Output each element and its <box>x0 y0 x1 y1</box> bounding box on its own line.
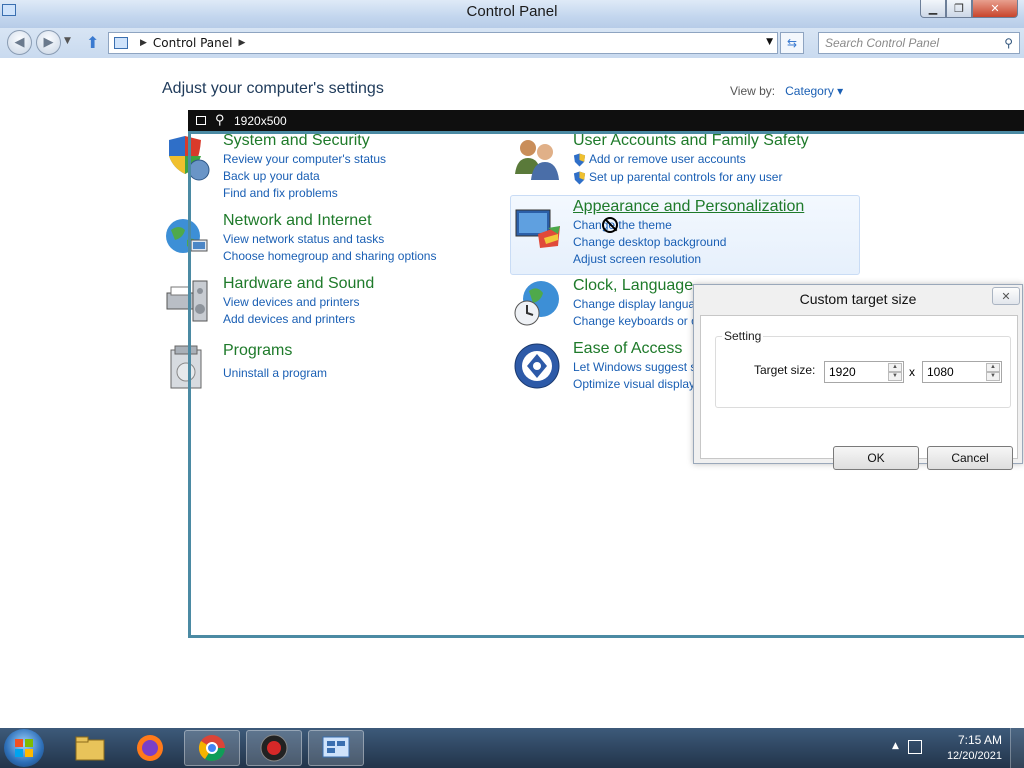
address-bar: ◀ ▶ ▼ ⬆ ▶ Control Panel ▶ ▼ ⇆ Search Con… <box>0 28 1024 58</box>
taskbar-chrome[interactable] <box>184 730 240 766</box>
capture-toolbar: ⚲ 1920x500 <box>188 110 1024 132</box>
target-size-label: Target size: <box>754 363 816 377</box>
refresh-button[interactable]: ⇆ <box>780 32 804 54</box>
minimize-button[interactable]: ▁ <box>920 0 946 18</box>
stepper-up-icon[interactable]: ▲ <box>888 363 902 372</box>
cancel-button[interactable]: Cancel <box>927 446 1013 470</box>
dialog-title: Custom target size <box>799 291 917 307</box>
show-desktop-button[interactable] <box>1010 728 1024 768</box>
taskbar-firefox[interactable] <box>122 730 178 766</box>
control-panel-content: Adjust your computer's settings View by:… <box>0 58 1024 728</box>
taskbar-file-explorer[interactable] <box>62 730 118 766</box>
page-title: Adjust your computer's settings <box>162 80 384 97</box>
maximize-button[interactable]: ❐ <box>946 0 972 18</box>
custom-target-size-dialog: Custom target size ✕ Setting Target size… <box>693 284 1023 470</box>
search-icon[interactable]: ⚲ <box>1004 36 1013 50</box>
window-controls: ▁ ❐ ✕ <box>920 0 1018 18</box>
taskbar-control-panel[interactable] <box>308 730 364 766</box>
breadcrumb-separator-icon[interactable]: ▶ <box>239 38 246 48</box>
stepper-down-icon[interactable]: ▼ <box>986 372 1000 381</box>
dialog-body: Setting Target size: 1920 ▲ ▼ x 1080 ▲ ▼ O… <box>700 315 1018 470</box>
up-arrow-icon[interactable]: ⬆ <box>86 33 99 52</box>
height-value: 1080 <box>927 365 954 379</box>
ok-button[interactable]: OK <box>833 446 919 470</box>
unavailable-cursor-icon <box>602 217 618 233</box>
view-by-label: View by: <box>730 84 776 98</box>
clock-time[interactable]: 7:15 AM <box>958 733 1002 747</box>
breadcrumb-control-panel[interactable]: Control Panel <box>153 36 233 50</box>
windows-logo-icon <box>15 739 33 757</box>
recent-pages-dropdown[interactable]: ▼ <box>64 36 71 46</box>
breadcrumb-separator-icon[interactable]: ▶ <box>140 38 147 48</box>
address-field[interactable]: ▶ Control Panel ▶ ▼ <box>108 32 778 54</box>
height-spinbox[interactable]: 1080 ▲ ▼ <box>922 361 1002 383</box>
dialog-close-button[interactable]: ✕ <box>992 287 1020 305</box>
capture-size-label: 1920x500 <box>234 114 287 128</box>
window-title: Control Panel <box>466 3 558 20</box>
view-by-value: Category <box>785 84 834 98</box>
address-dropdown-icon[interactable]: ▼ <box>766 37 773 47</box>
width-spinbox[interactable]: 1920 ▲ ▼ <box>824 361 904 383</box>
show-hidden-icons-icon[interactable]: ▲ <box>892 741 899 751</box>
search-input[interactable]: Search Control Panel ⚲ <box>818 32 1020 54</box>
folder-icon <box>75 736 105 761</box>
times-separator: x <box>909 365 915 379</box>
control-panel-icon <box>322 736 350 758</box>
forward-button[interactable]: ▶ <box>36 30 61 55</box>
view-by: View by: Category ▾ <box>730 84 843 98</box>
close-button[interactable]: ✕ <box>972 0 1018 18</box>
height-stepper[interactable]: ▲ ▼ <box>986 363 1000 381</box>
width-value: 1920 <box>829 365 856 379</box>
search-placeholder: Search Control Panel <box>825 36 940 50</box>
width-stepper[interactable]: ▲ ▼ <box>888 363 902 381</box>
taskbar-screen-recorder[interactable] <box>246 730 302 766</box>
magnifier-icon[interactable]: ⚲ <box>215 112 225 128</box>
firefox-icon <box>137 735 163 761</box>
screen-recorder-icon <box>260 734 288 762</box>
start-button[interactable] <box>4 729 44 767</box>
view-by-dropdown[interactable]: Category ▾ <box>785 84 843 98</box>
stepper-down-icon[interactable]: ▼ <box>888 372 902 381</box>
setting-group: Setting Target size: 1920 ▲ ▼ x 1080 ▲ ▼ <box>715 329 1011 408</box>
stepper-up-icon[interactable]: ▲ <box>986 363 1000 372</box>
setting-group-label: Setting <box>722 329 764 343</box>
chrome-icon <box>198 735 226 762</box>
clock-date[interactable]: 12/20/2021 <box>947 750 1002 762</box>
title-bar: Control Panel ▁ ❐ ✕ <box>0 0 1024 28</box>
system-tray: ▲ 7:15 AM 12/20/2021 <box>884 728 1024 768</box>
capture-region-icon[interactable] <box>196 116 206 125</box>
back-button[interactable]: ◀ <box>7 30 32 55</box>
taskbar: ▲ 7:15 AM 12/20/2021 <box>0 728 1024 768</box>
control-panel-icon <box>114 37 128 49</box>
network-icon[interactable] <box>908 740 922 754</box>
